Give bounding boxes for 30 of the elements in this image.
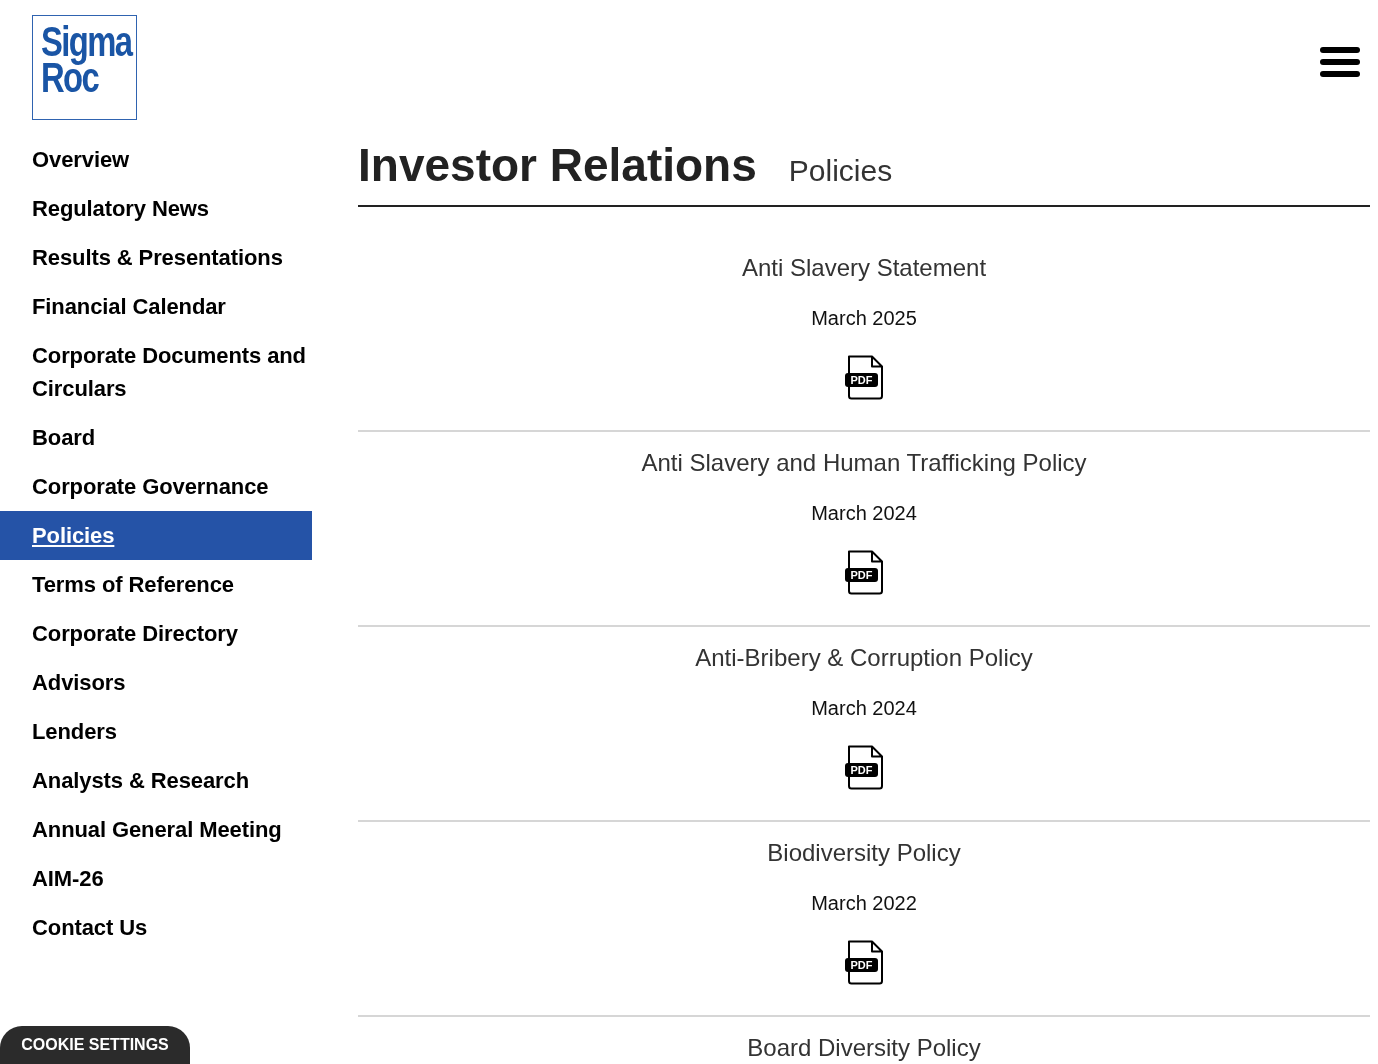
- document-title: Anti Slavery Statement: [741, 255, 987, 281]
- document-date: March 2024: [811, 501, 917, 525]
- document-title: Anti-Bribery & Corruption Policy: [695, 645, 1033, 671]
- cookie-settings-button[interactable]: COOKIE SETTINGS: [0, 1026, 190, 1064]
- document-date: March 2024: [811, 696, 917, 720]
- page-title: Investor Relations: [358, 138, 757, 193]
- sidebar-link[interactable]: Annual General Meeting: [0, 805, 312, 854]
- sidebar-link[interactable]: Analysts & Research: [0, 756, 312, 805]
- document-title: Board Diversity Policy: [747, 1035, 981, 1061]
- document-title: Anti Slavery and Human Trafficking Policy: [641, 450, 1087, 476]
- sidebar-link[interactable]: Regulatory News: [0, 184, 312, 233]
- sidebar-link[interactable]: Results & Presentations: [0, 233, 312, 282]
- sidebar-link[interactable]: Overview: [0, 135, 312, 184]
- sidebar-link[interactable]: Financial Calendar: [0, 282, 312, 331]
- sidebar-link[interactable]: Board: [0, 413, 312, 462]
- sidebar-link[interactable]: Corporate Governance: [0, 462, 312, 511]
- document-date: March 2025: [811, 306, 917, 330]
- sidebar-link[interactable]: Corporate Documents and Circulars: [0, 331, 312, 413]
- company-logo[interactable]: Sigma Roc: [32, 15, 137, 120]
- sidebar-link[interactable]: AIM-26: [0, 854, 312, 903]
- sidebar-link[interactable]: Advisors: [0, 658, 312, 707]
- page-subtitle: Policies: [788, 154, 893, 188]
- sidebar-link[interactable]: Corporate Directory: [0, 609, 312, 658]
- menu-icon[interactable]: [1320, 47, 1360, 77]
- sidebar-link[interactable]: Contact Us: [0, 903, 312, 952]
- sidebar-link[interactable]: Terms of Reference: [0, 560, 312, 609]
- document-title: Biodiversity Policy: [767, 840, 961, 866]
- sidebar-link[interactable]: Lenders: [0, 707, 312, 756]
- document-date: March 2022: [811, 891, 917, 915]
- sidebar-link[interactable]: Policies: [0, 511, 312, 560]
